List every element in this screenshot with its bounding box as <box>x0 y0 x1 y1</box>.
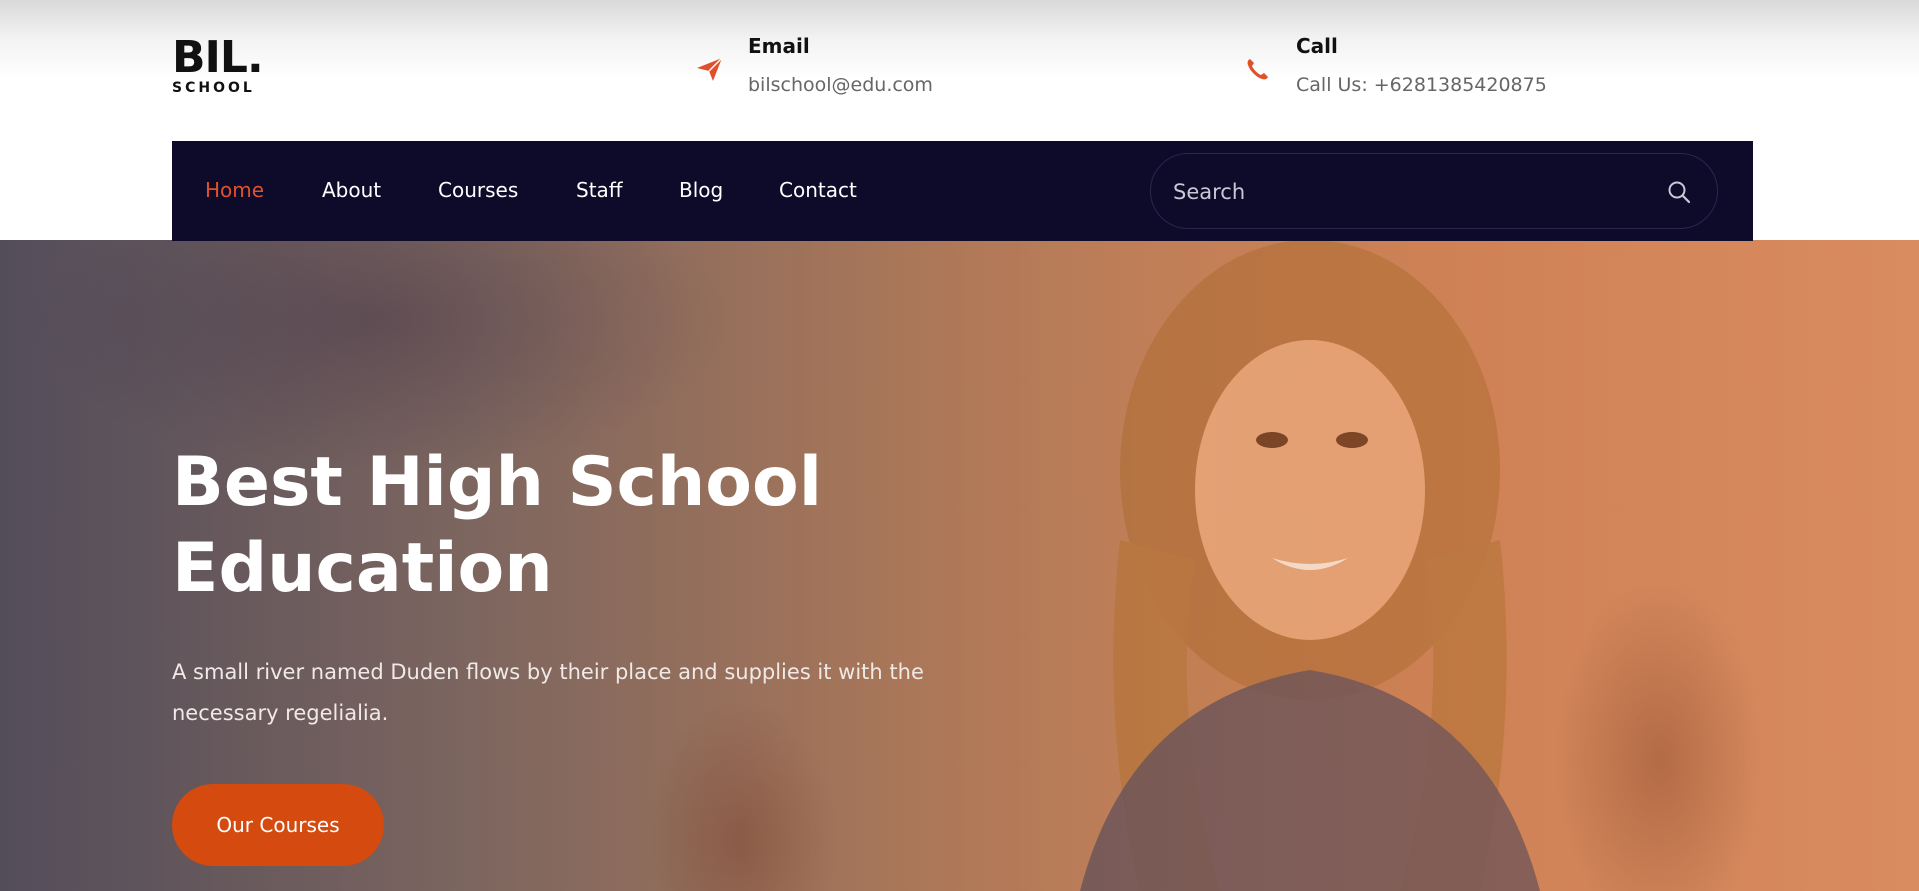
paper-plane-icon <box>697 57 723 81</box>
nav-item-staff[interactable]: Staff <box>576 178 623 202</box>
nav-item-contact[interactable]: Contact <box>779 178 857 202</box>
hero-title-line-1: Best High School <box>172 443 823 522</box>
hero-section: Best High School Education A small river… <box>0 240 1919 891</box>
our-courses-button[interactable]: Our Courses <box>172 784 384 866</box>
nav-item-home[interactable]: Home <box>205 178 264 202</box>
nav-item-blog[interactable]: Blog <box>679 178 723 202</box>
page: BIL. SCHOOL Email bilschool@edu.com Call… <box>0 0 1919 891</box>
logo[interactable]: BIL. SCHOOL <box>172 32 264 97</box>
search-icon[interactable] <box>1666 179 1692 205</box>
phone-icon <box>1247 59 1268 80</box>
hero-title-line-2: Education <box>172 529 553 608</box>
nav-item-courses[interactable]: Courses <box>438 178 518 202</box>
logo-main-text: BIL. <box>172 32 264 83</box>
nav-item-about[interactable]: About <box>322 178 381 202</box>
email-value[interactable]: bilschool@edu.com <box>748 74 933 96</box>
hero-title: Best High School Education <box>172 440 972 612</box>
logo-sub-text: SCHOOL <box>172 80 255 96</box>
search-box <box>1150 153 1718 229</box>
call-value[interactable]: Call Us: +6281385420875 <box>1296 74 1547 96</box>
main-navbar: Home About Courses Staff Blog Contact <box>172 141 1753 241</box>
search-input[interactable] <box>1173 174 1643 210</box>
call-title: Call <box>1296 34 1338 58</box>
email-title: Email <box>748 34 810 58</box>
hero-description: A small river named Duden flows by their… <box>172 660 924 725</box>
